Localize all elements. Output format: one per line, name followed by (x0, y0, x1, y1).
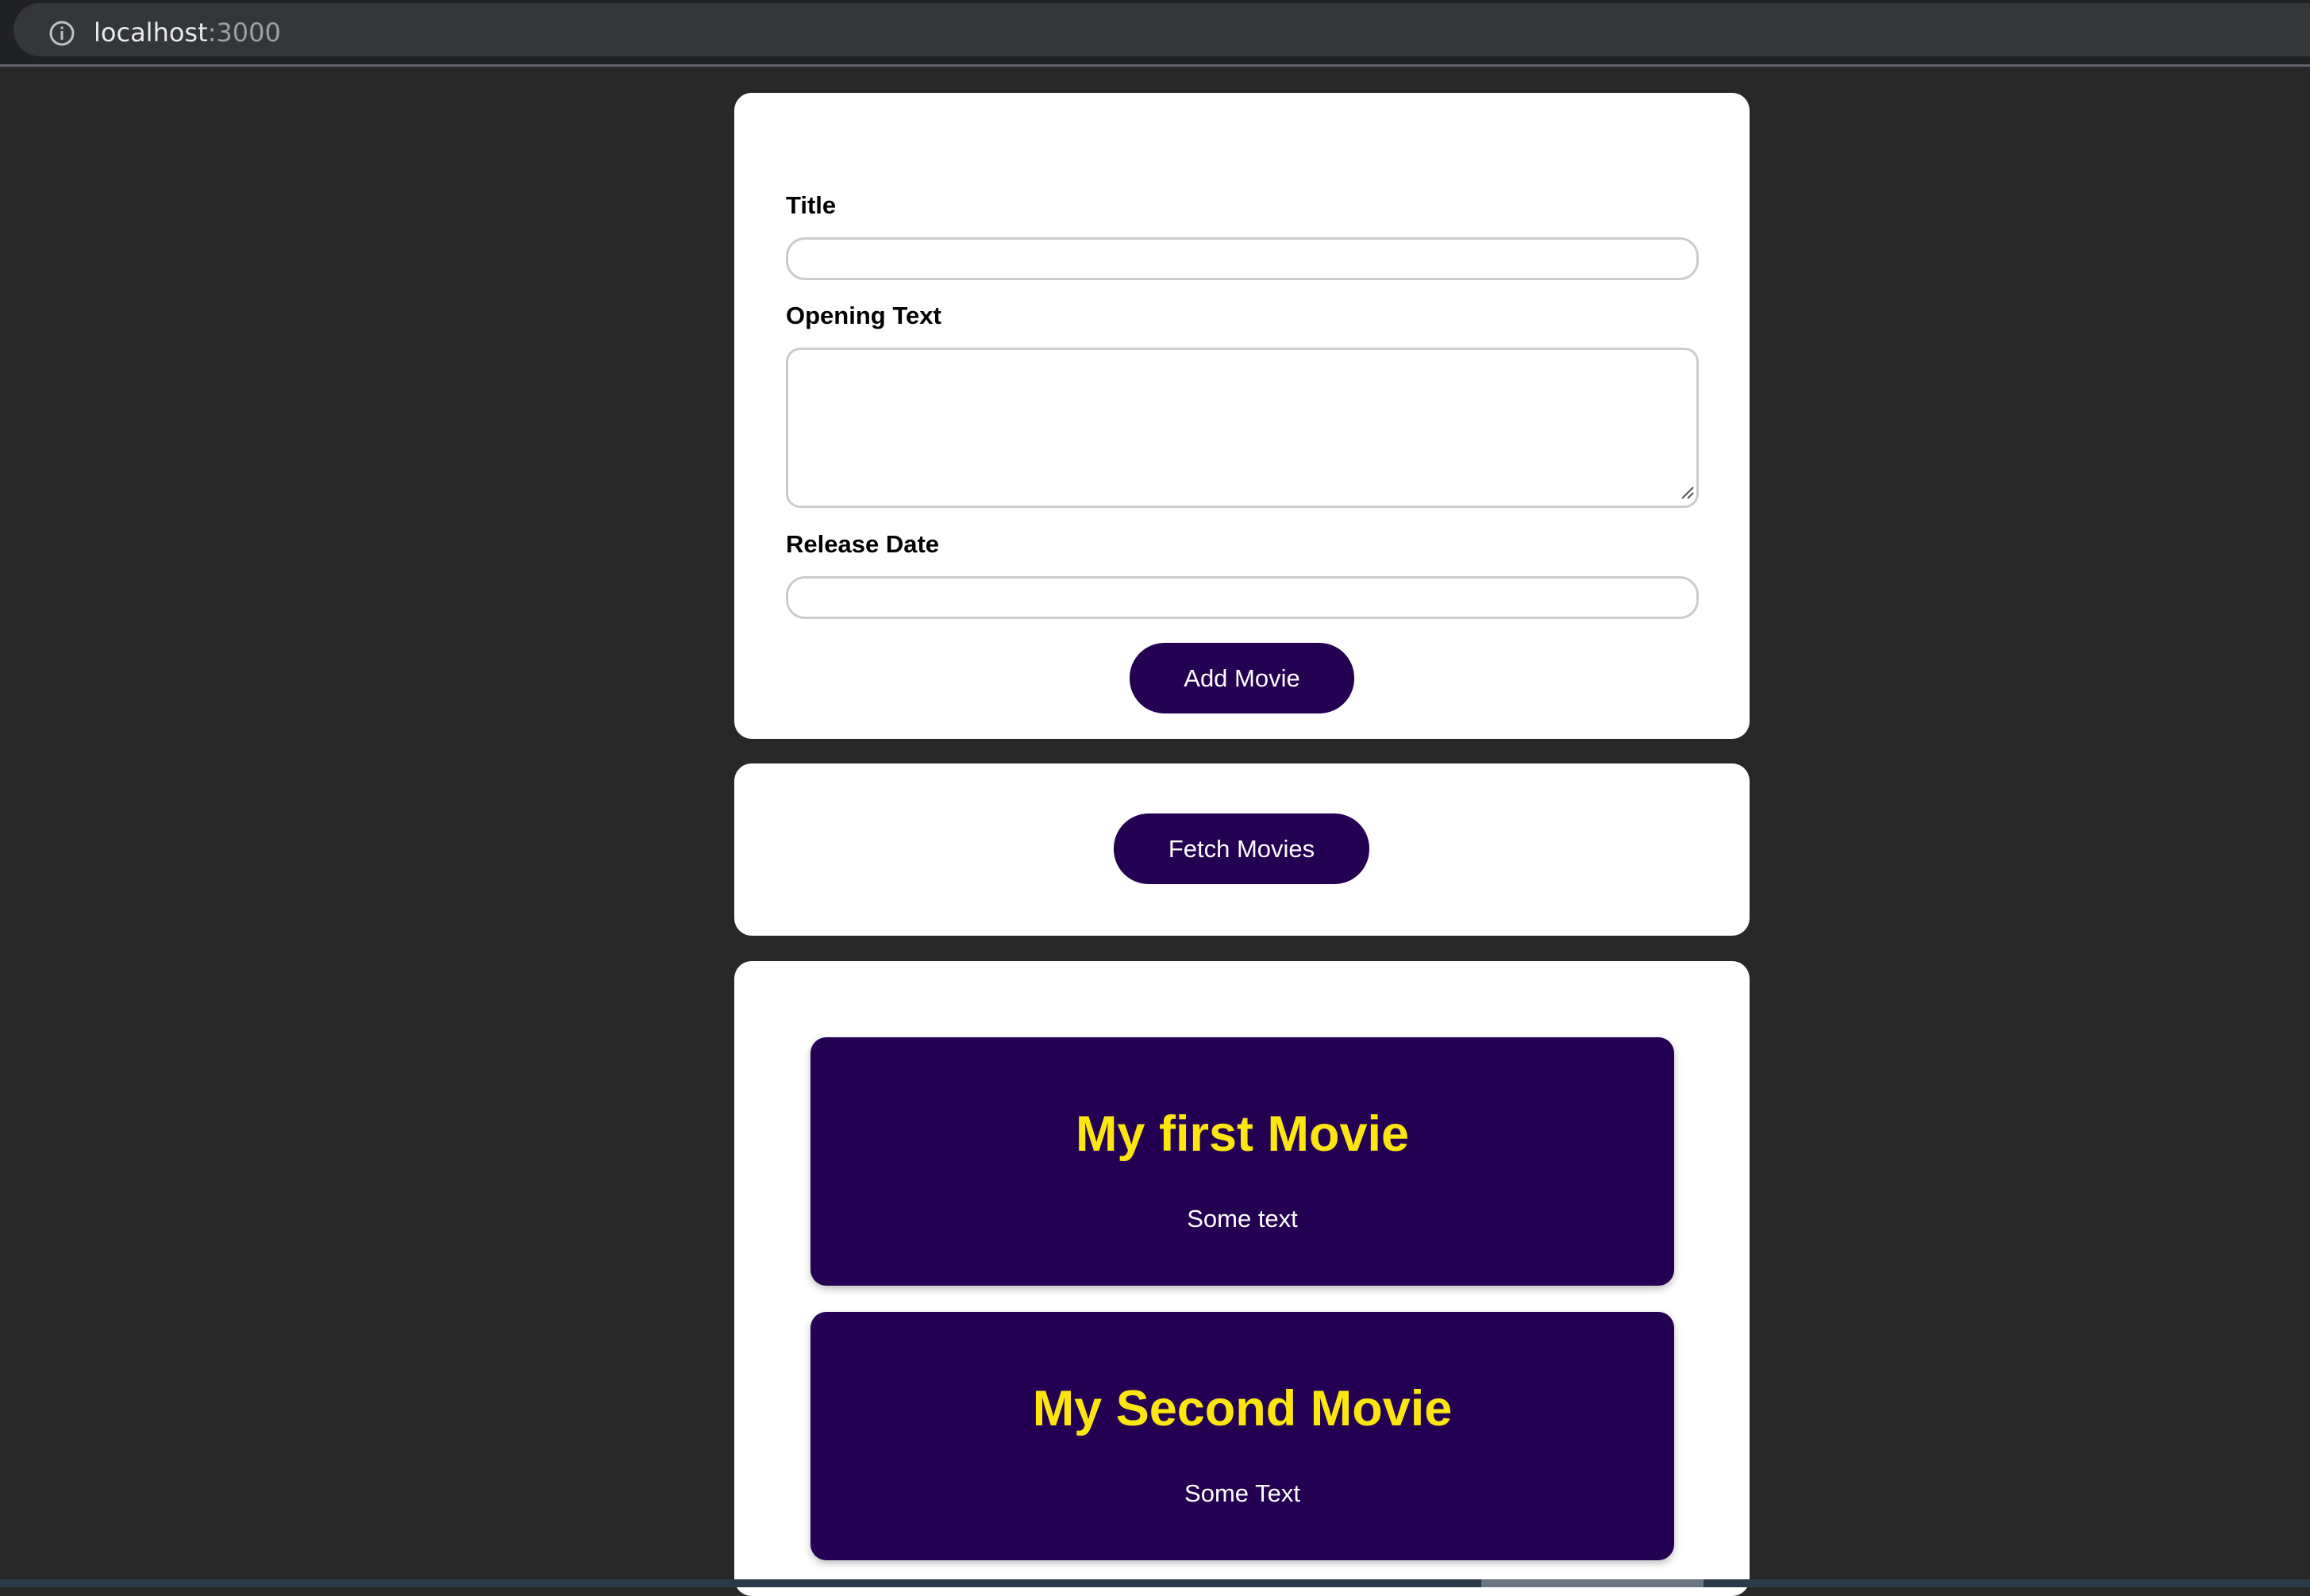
movie-item: My Second Movie Some Text (810, 1312, 1674, 1560)
scrollbar-thumb[interactable] (1481, 1579, 1704, 1587)
address-bar[interactable]: localhost:3000 (13, 3, 2310, 56)
opening-text-label: Opening Text (786, 302, 941, 329)
info-icon[interactable] (48, 20, 75, 47)
movie-opening-text: Some text (1187, 1205, 1298, 1233)
release-date-label: Release Date (786, 530, 940, 558)
url-host: localhost (94, 17, 208, 48)
movie-item: My first Movie Some text (810, 1037, 1674, 1286)
resize-handle-icon[interactable] (1679, 484, 1695, 500)
fetch-section: Fetch Movies (734, 763, 1750, 936)
movies-list: My first Movie Some text My Second Movie… (734, 961, 1750, 1596)
url-port: :3000 (207, 17, 281, 48)
page-content: Title Opening Text Release Date Add Movi… (0, 67, 2310, 1596)
horizontal-scrollbar[interactable] (0, 1579, 2310, 1587)
add-movie-form: Title Opening Text Release Date Add Movi… (734, 93, 1750, 739)
release-date-input[interactable] (786, 576, 1699, 619)
movie-title: My first Movie (1075, 1106, 1410, 1162)
fetch-movies-button[interactable]: Fetch Movies (1114, 813, 1369, 884)
add-movie-button[interactable]: Add Movie (1130, 643, 1354, 713)
movie-opening-text: Some Text (1184, 1479, 1300, 1507)
browser-toolbar: localhost:3000 (0, 0, 2310, 67)
title-input[interactable] (786, 237, 1699, 280)
movie-title: My Second Movie (1032, 1381, 1453, 1436)
url-text[interactable]: localhost:3000 (94, 16, 281, 49)
title-label: Title (786, 191, 837, 219)
opening-text-input[interactable] (786, 348, 1699, 508)
